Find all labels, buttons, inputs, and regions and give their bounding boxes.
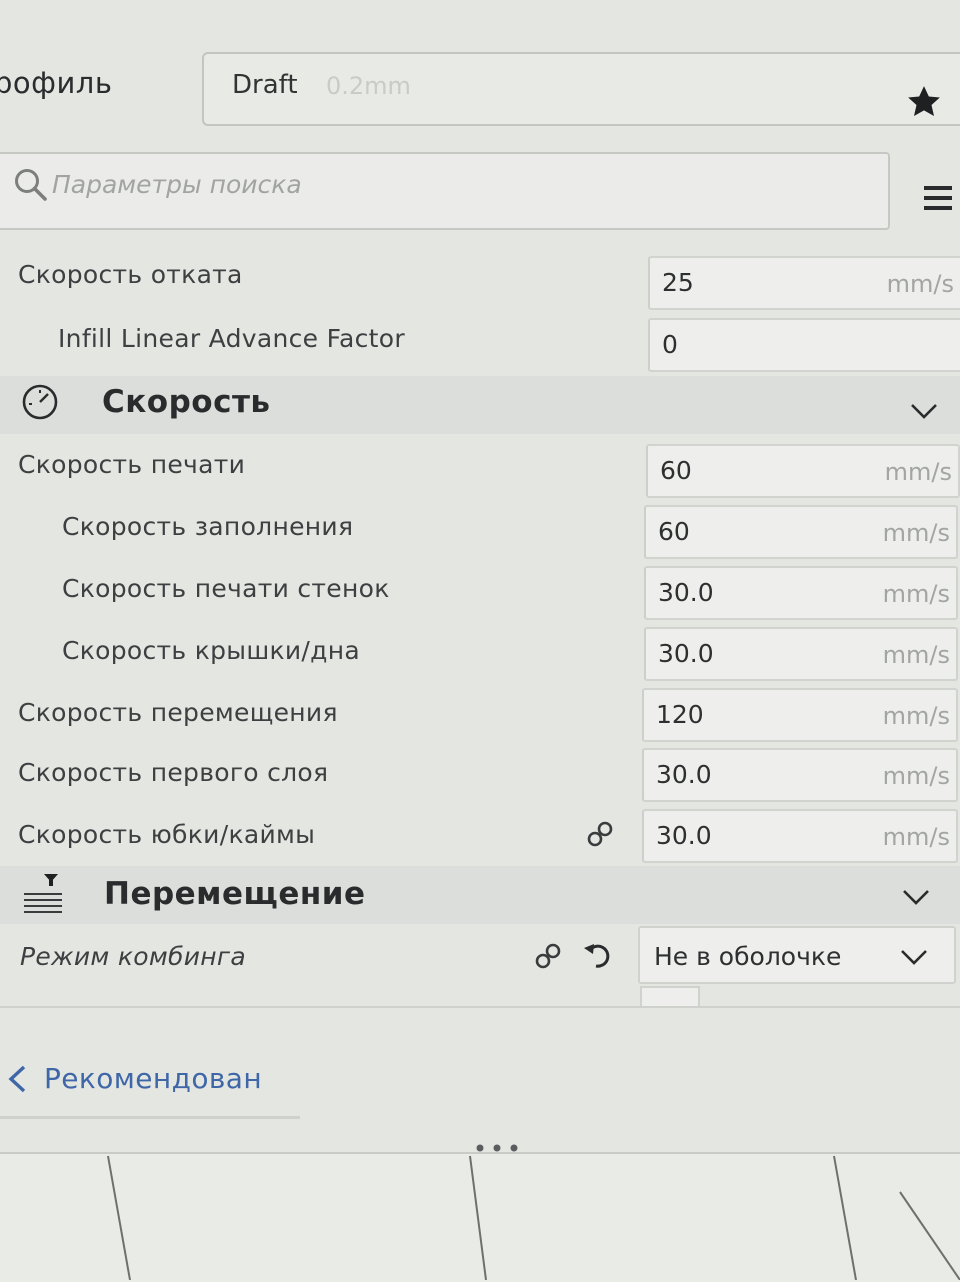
field-value: 30.0 xyxy=(658,578,714,607)
chevron-down-icon[interactable] xyxy=(900,948,928,966)
setting-label-wall-speed: Скорость печати стенок xyxy=(62,574,390,603)
field-unit: mm/s xyxy=(882,823,950,851)
field-unit: mm/s xyxy=(882,641,950,669)
hamburger-menu-icon[interactable] xyxy=(922,184,954,212)
setting-label-infill-linear-advance: Infill Linear Advance Factor xyxy=(58,324,405,353)
star-icon[interactable] xyxy=(904,82,944,122)
skirt-brim-speed-field[interactable]: 30.0 mm/s xyxy=(642,809,958,863)
print-speed-field[interactable]: 60 mm/s xyxy=(646,444,960,498)
field-value: 60 xyxy=(660,456,692,485)
search-placeholder: Параметры поиска xyxy=(52,170,302,199)
field-unit: mm/s xyxy=(884,458,952,486)
field-value: 30.0 xyxy=(658,639,714,668)
setting-label-top-bottom-speed: Скорость крышки/дна xyxy=(62,636,361,665)
section-speed-title: Скорость xyxy=(102,384,271,420)
setting-label-print-speed: Скорость печати xyxy=(18,450,246,479)
setting-label-infill-speed: Скорость заполнения xyxy=(62,512,354,541)
clipped-next-field[interactable] xyxy=(640,986,700,1008)
field-unit: mm/s xyxy=(882,762,950,790)
field-value: 60 xyxy=(658,517,690,546)
retract-speed-field[interactable]: 25 mm/s xyxy=(648,256,960,310)
chevron-down-icon[interactable] xyxy=(902,888,930,906)
panel-divider xyxy=(0,1006,960,1008)
speedometer-icon xyxy=(22,384,58,420)
wall-speed-field[interactable]: 30.0 mm/s xyxy=(644,566,958,620)
field-unit: mm/s xyxy=(886,270,954,298)
field-value: 30.0 xyxy=(656,821,712,850)
field-unit: mm/s xyxy=(882,580,950,608)
section-travel-title: Перемещение xyxy=(104,876,366,912)
profile-name: Draft xyxy=(232,70,298,100)
infill-speed-field[interactable]: 60 mm/s xyxy=(644,505,958,559)
chevron-left-icon[interactable] xyxy=(6,1064,28,1094)
field-value: 120 xyxy=(656,700,704,729)
recommended-link[interactable]: Рекомендован xyxy=(44,1062,262,1095)
link-icon[interactable] xyxy=(584,818,616,850)
field-value: 0 xyxy=(662,330,678,359)
infill-linear-advance-field[interactable]: 0 xyxy=(648,318,960,372)
combing-mode-value: Не в оболочке xyxy=(654,942,842,971)
travel-speed-field[interactable]: 120 mm/s xyxy=(642,688,958,742)
travel-icon xyxy=(24,874,62,913)
chevron-down-icon[interactable] xyxy=(910,402,938,420)
initial-layer-speed-field[interactable]: 30.0 mm/s xyxy=(642,748,958,802)
profile-selector[interactable] xyxy=(202,52,960,126)
setting-label-combing-mode: Режим комбинга xyxy=(20,942,246,971)
setting-label-retract-speed: Скорость отката xyxy=(18,260,243,289)
field-value: 30.0 xyxy=(656,760,712,789)
setting-label-travel-speed: Скорость перемещения xyxy=(18,698,338,727)
build-plate-grid xyxy=(107,1155,960,1280)
profile-label: рофиль xyxy=(0,66,113,100)
link-icon[interactable] xyxy=(532,940,564,972)
profile-layer-height: 0.2mm xyxy=(326,72,411,100)
setting-label-initial-layer-speed: Скорость первого слоя xyxy=(18,758,329,787)
setting-label-skirt-brim-speed: Скорость юбки/каймы xyxy=(18,820,316,849)
top-bottom-speed-field[interactable]: 30.0 mm/s xyxy=(644,627,958,681)
drag-handle-icon[interactable] xyxy=(474,1144,520,1152)
field-unit: mm/s xyxy=(882,519,950,547)
field-value: 25 xyxy=(662,268,694,297)
search-icon xyxy=(15,169,47,201)
field-unit: mm/s xyxy=(882,702,950,730)
reset-icon[interactable] xyxy=(582,940,614,972)
